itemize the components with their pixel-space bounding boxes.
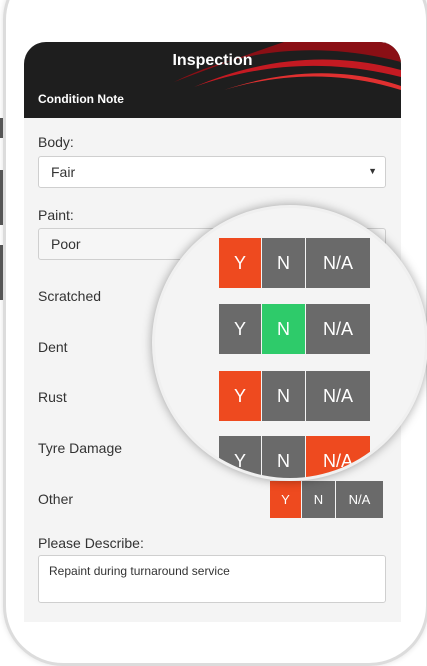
tyre-damage-yes-button[interactable]: Y — [219, 436, 261, 478]
tyre-damage-na-button[interactable]: N/A — [306, 436, 370, 478]
dropdown-arrow-icon: ▼ — [368, 166, 377, 176]
paint-segmented-control: Y N N/A — [219, 238, 371, 288]
magnifier-lens: Y N N/A Y N N/A Y N N/A Y N N/A — [152, 205, 427, 481]
other-na-button[interactable]: N/A — [336, 481, 383, 518]
rust-na-button[interactable]: N/A — [306, 371, 370, 421]
tyre-damage-segmented-control: Y N N/A — [219, 436, 371, 478]
check-label-dent: Dent — [38, 339, 68, 355]
scratched-yes-button[interactable]: Y — [219, 304, 261, 354]
rust-no-button[interactable]: N — [262, 371, 305, 421]
app-header: Inspection Condition Note — [24, 42, 401, 118]
rust-yes-button[interactable]: Y — [219, 371, 261, 421]
section-title: Condition Note — [38, 92, 124, 106]
check-label-other: Other — [38, 491, 74, 507]
paint-no-button[interactable]: N — [262, 238, 305, 288]
volume-button — [0, 118, 3, 138]
paint-yes-button[interactable]: Y — [219, 238, 261, 288]
body-select[interactable]: Fair ▼ — [38, 156, 386, 188]
other-yes-button[interactable]: Y — [270, 481, 301, 518]
paint-label: Paint: — [38, 207, 74, 223]
describe-textarea[interactable]: Repaint during turnaround service — [38, 555, 386, 603]
paint-na-button[interactable]: N/A — [306, 238, 370, 288]
volume-up-button — [0, 170, 3, 225]
scratched-na-button[interactable]: N/A — [306, 304, 370, 354]
describe-label: Please Describe: — [38, 535, 144, 551]
check-label-tyre-damage: Tyre Damage — [38, 440, 123, 456]
volume-down-button — [0, 245, 3, 300]
page-title: Inspection — [172, 52, 253, 69]
paint-select-value: Poor — [51, 236, 81, 252]
body-label: Body: — [38, 134, 74, 150]
other-no-button[interactable]: N — [302, 481, 335, 518]
scratched-no-button[interactable]: N — [262, 304, 305, 354]
other-segmented-control: Y N N/A — [270, 481, 384, 518]
body-select-value: Fair — [51, 164, 76, 180]
check-label-rust: Rust — [38, 389, 67, 405]
tyre-damage-no-button[interactable]: N — [262, 436, 305, 478]
check-label-scratched: Scratched — [38, 288, 102, 304]
scratched-segmented-control: Y N N/A — [219, 304, 371, 354]
rust-segmented-control: Y N N/A — [219, 371, 371, 421]
